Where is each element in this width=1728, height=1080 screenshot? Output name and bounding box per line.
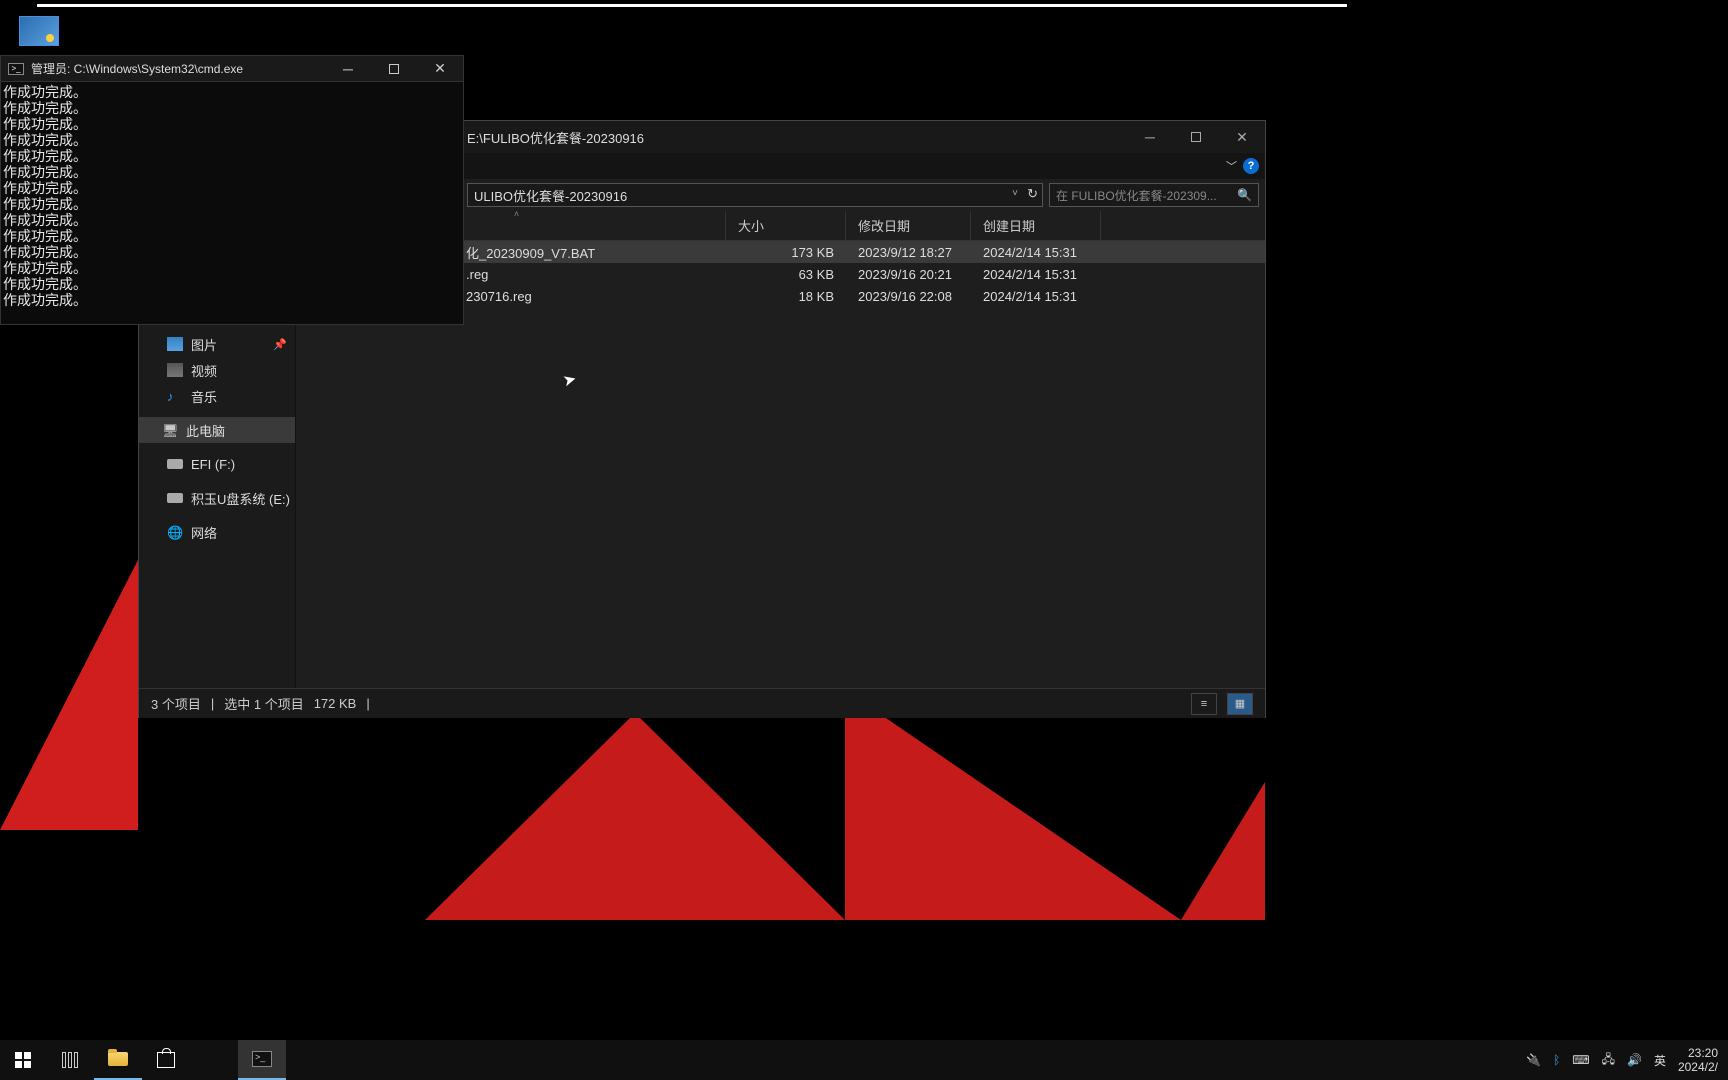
cmd-window: >_ 管理员: C:\Windows\System32\cmd.exe ─ ✕ …: [0, 55, 464, 325]
minimize-button[interactable]: ─: [325, 56, 371, 82]
tray-ime-indicator[interactable]: 英: [1654, 1052, 1666, 1069]
cmd-titlebar[interactable]: >_ 管理员: C:\Windows\System32\cmd.exe ─ ✕: [1, 56, 463, 82]
sidebar-item-label: 此电脑: [186, 421, 225, 440]
column-header-size[interactable]: 大小: [726, 211, 846, 241]
pictures-icon: [167, 337, 183, 351]
sidebar-item-videos[interactable]: 视频: [139, 357, 295, 383]
network-icon: 🌐: [167, 525, 183, 539]
taskview-icon: [62, 1052, 78, 1068]
close-button[interactable]: ✕: [417, 56, 463, 82]
maximize-button[interactable]: [1173, 121, 1219, 153]
store-icon: [157, 1052, 175, 1068]
sidebar-item-label: 积玉U盘系统 (E:): [191, 489, 290, 508]
sidebar-item-this-pc[interactable]: 🖥 此电脑: [139, 417, 295, 443]
tray-usb-icon[interactable]: 🔌: [1526, 1053, 1541, 1067]
sidebar-item-label: 网络: [191, 523, 217, 542]
sidebar-item-pictures[interactable]: 图片 📌: [139, 331, 295, 357]
top-divider: [37, 4, 1347, 7]
maximize-button[interactable]: [371, 56, 417, 82]
cmd-taskbar-icon: >_: [252, 1051, 272, 1067]
cmd-output: 作成功完成。作成功完成。作成功完成。作成功完成。作成功完成。作成功完成。作成功完…: [1, 82, 463, 310]
file-size: 18 KB: [726, 289, 846, 304]
sidebar-item-drive-f[interactable]: EFI (F:): [139, 451, 295, 477]
file-modified: 2023/9/12 18:27: [846, 245, 971, 260]
taskview-button[interactable]: [46, 1040, 94, 1080]
wallpaper-shape: [425, 690, 1265, 920]
close-button[interactable]: ✕: [1219, 121, 1265, 153]
taskbar-app-explorer[interactable]: [94, 1040, 142, 1080]
view-icons-button[interactable]: ▦: [1227, 693, 1253, 715]
column-header-created[interactable]: 创建日期: [971, 211, 1101, 241]
refresh-icon[interactable]: ↻: [1027, 186, 1038, 202]
drive-icon: [167, 493, 183, 503]
tray-bluetooth-icon[interactable]: ᛒ: [1553, 1053, 1560, 1067]
ribbon-expand-icon[interactable]: ﹀: [1226, 158, 1237, 174]
videos-icon: [167, 363, 183, 377]
tray-network-icon[interactable]: 🖧: [1602, 1050, 1615, 1071]
pin-icon[interactable]: 📌: [273, 338, 287, 351]
file-created: 2024/2/14 15:31: [971, 245, 1101, 260]
file-modified: 2023/9/16 20:21: [846, 267, 971, 282]
view-details-button[interactable]: ≡: [1191, 693, 1217, 715]
system-tray: 🔌 ᛒ ⌨ 🖧 🔊 英 23:20 2024/2/: [1516, 1046, 1728, 1074]
status-bar: 3 个项目 | 选中 1 个项目 172 KB | ≡ ▦: [139, 688, 1265, 718]
file-size: 63 KB: [726, 267, 846, 282]
file-created: 2024/2/14 15:31: [971, 289, 1101, 304]
sidebar-item-music[interactable]: ♪ 音乐: [139, 383, 295, 409]
file-modified: 2023/9/16 22:08: [846, 289, 971, 304]
music-icon: ♪: [167, 389, 183, 403]
sidebar-item-network[interactable]: 🌐 网络: [139, 519, 295, 545]
tray-time: 23:20: [1678, 1046, 1718, 1060]
sidebar-item-label: EFI (F:): [191, 457, 235, 472]
status-size: 172 KB: [314, 696, 357, 711]
column-header-modified[interactable]: 修改日期: [846, 211, 971, 241]
tray-volume-icon[interactable]: 🔊: [1627, 1053, 1642, 1067]
sort-asc-icon: ˄: [514, 209, 519, 219]
wallpaper-shape: [0, 560, 138, 830]
address-bar[interactable]: ULIBO优化套餐-20230916 ˅ ↻: [467, 183, 1043, 207]
taskbar-app-store[interactable]: [142, 1040, 190, 1080]
search-icon[interactable]: 🔍: [1237, 188, 1252, 202]
tray-date: 2024/2/: [1678, 1060, 1718, 1074]
file-created: 2024/2/14 15:31: [971, 267, 1101, 282]
address-text: ULIBO优化套餐-20230916: [474, 186, 627, 205]
status-count: 3 个项目: [151, 694, 201, 713]
taskbar: >_ 🔌 ᛒ ⌨ 🖧 🔊 英 23:20 2024/2/: [0, 1040, 1728, 1080]
sidebar-item-drive-e[interactable]: 积玉U盘系统 (E:): [139, 485, 295, 511]
status-selected: 选中 1 个项目: [224, 694, 303, 713]
cmd-icon: >_: [8, 63, 24, 75]
search-input[interactable]: 在 FULIBO优化套餐-202309... 🔍: [1049, 183, 1259, 207]
start-button[interactable]: [0, 1040, 46, 1080]
tray-keyboard-icon[interactable]: ⌨: [1572, 1053, 1589, 1067]
cmd-title: 管理员: C:\Windows\System32\cmd.exe: [31, 60, 325, 77]
desktop-shortcut-icon[interactable]: [19, 16, 59, 46]
minimize-button[interactable]: ─: [1127, 121, 1173, 153]
file-size: 173 KB: [726, 245, 846, 260]
taskbar-app-cmd[interactable]: >_: [238, 1040, 286, 1080]
this-pc-icon: 🖥: [162, 423, 178, 437]
tray-clock[interactable]: 23:20 2024/2/: [1678, 1046, 1718, 1074]
drive-icon: [167, 459, 183, 469]
sidebar-item-label: 音乐: [191, 387, 217, 406]
sidebar-item-label: 视频: [191, 361, 217, 380]
address-dropdown-icon[interactable]: ˅: [1012, 188, 1018, 199]
folder-icon: [108, 1052, 128, 1066]
sidebar-item-label: 图片: [191, 335, 217, 354]
search-placeholder: 在 FULIBO优化套餐-202309...: [1056, 187, 1217, 204]
help-icon[interactable]: ?: [1243, 158, 1259, 174]
